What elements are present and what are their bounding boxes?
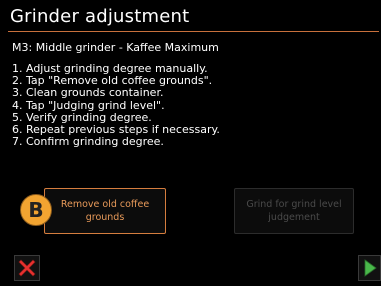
- page-title: Grinder adjustment: [10, 6, 190, 27]
- cancel-button[interactable]: [14, 255, 40, 281]
- grind-level-judgement-button[interactable]: Grind for grind level judgement: [234, 188, 354, 234]
- next-button[interactable]: [358, 255, 381, 281]
- instruction-step: 3. Clean grounds container.: [12, 86, 164, 100]
- instruction-step: 7. Confirm grinding degree.: [12, 135, 164, 149]
- grinder-subtitle: M3: Middle grinder - Kaffee Maximum: [12, 41, 219, 54]
- remove-old-grounds-button[interactable]: Remove old coffee grounds: [44, 188, 166, 234]
- close-icon: [18, 259, 36, 277]
- play-icon: [364, 259, 377, 277]
- title-divider: [8, 31, 379, 32]
- instruction-list: 1. Adjust grinding degree manually. 2. T…: [12, 62, 220, 149]
- instruction-step: 4. Tap "Judging grind level".: [12, 98, 165, 112]
- grind-level-judgement-label: Grind for grind level judgement: [246, 199, 342, 223]
- step-b-badge: B: [20, 194, 52, 226]
- remove-old-grounds-label: Remove old coffee grounds: [60, 199, 150, 223]
